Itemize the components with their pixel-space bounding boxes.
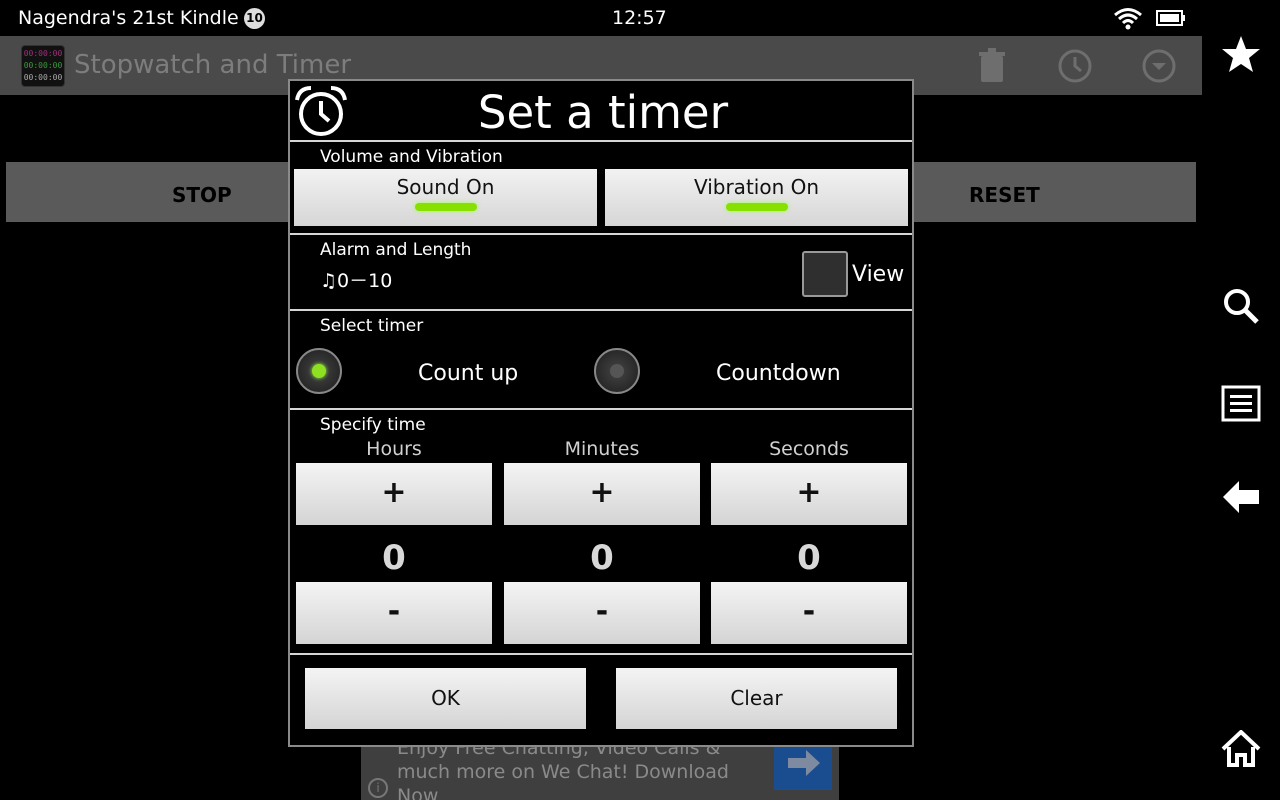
home-icon[interactable]	[1221, 730, 1261, 768]
battery-icon	[1156, 10, 1185, 26]
radio-dot-unselected	[610, 364, 624, 378]
alarm-section-label: Alarm and Length	[320, 240, 472, 260]
minutes-minus-button[interactable]: -	[504, 582, 700, 644]
reset-button-label: RESET	[969, 183, 1040, 207]
seconds-label: Seconds	[769, 438, 849, 460]
dropdown-icon[interactable]	[1142, 49, 1176, 83]
stop-button	[6, 162, 289, 222]
vibration-on-indicator	[725, 203, 788, 211]
star-icon[interactable]	[1221, 34, 1261, 74]
reset-button	[914, 162, 1196, 222]
app-logo: 00:00:00 00:00:00 00:00:00	[21, 45, 65, 87]
sound-toggle-label: Sound On	[396, 175, 495, 199]
menu-icon[interactable]	[1221, 384, 1261, 424]
time-section-label: Specify time	[320, 415, 426, 435]
volume-section-label: Volume and Vibration	[320, 147, 503, 167]
vibration-toggle-button[interactable]: Vibration On	[605, 169, 908, 226]
app-title: Stopwatch and Timer	[74, 50, 352, 80]
countdown-label[interactable]: Countdown	[716, 361, 841, 386]
trash-icon[interactable]	[977, 46, 1007, 86]
radio-dot-selected	[312, 364, 326, 378]
logo-line: 00:00:00	[23, 73, 63, 82]
ad-info-icon: i	[368, 778, 388, 798]
notification-badge[interactable]: 10	[244, 8, 265, 29]
minutes-plus-button[interactable]: +	[504, 463, 700, 525]
count-up-label[interactable]: Count up	[418, 361, 518, 386]
status-clock: 12:57	[612, 7, 667, 29]
logo-line: 00:00:00	[23, 49, 63, 58]
timer-section-label: Select timer	[320, 316, 424, 336]
stop-button-label: STOP	[172, 183, 232, 207]
clock-icon[interactable]	[1058, 49, 1092, 83]
seconds-plus-button[interactable]: +	[711, 463, 907, 525]
set-timer-dialog: Set a timer Volume and Vibration Sound O…	[288, 79, 914, 747]
ok-button[interactable]: OK	[305, 668, 586, 729]
logo-line: 00:00:00	[23, 61, 63, 70]
hours-value: 0	[382, 538, 406, 578]
clear-button[interactable]: Clear	[616, 668, 897, 729]
sound-toggle-button[interactable]: Sound On	[294, 169, 597, 226]
divider	[290, 140, 912, 142]
hours-plus-button[interactable]: +	[296, 463, 492, 525]
minutes-label: Minutes	[564, 438, 640, 460]
seconds-value: 0	[797, 538, 821, 578]
back-icon[interactable]	[1221, 477, 1261, 517]
vibration-toggle-label: Vibration On	[693, 175, 820, 199]
alarm-length-value[interactable]: ♫0－10	[320, 266, 392, 293]
sound-on-indicator	[414, 203, 477, 211]
countdown-radio[interactable]	[594, 348, 640, 394]
hours-minus-button[interactable]: -	[296, 582, 492, 644]
view-checkbox[interactable]	[802, 251, 848, 297]
divider	[290, 309, 912, 311]
divider	[290, 408, 912, 410]
divider	[290, 233, 912, 235]
minutes-value: 0	[590, 538, 614, 578]
view-label: View	[852, 262, 905, 287]
device-name: Nagendra's 21st Kindle	[18, 7, 239, 29]
status-bar: Nagendra's 21st Kindle 10 12:57	[0, 0, 1202, 36]
hours-label: Hours	[366, 438, 422, 460]
dialog-header: Set a timer	[290, 81, 912, 141]
wifi-icon	[1114, 8, 1142, 30]
dialog-title: Set a timer	[477, 86, 729, 139]
divider	[290, 653, 912, 655]
count-up-radio[interactable]	[296, 348, 342, 394]
system-nav-bar	[1202, 0, 1280, 800]
search-icon[interactable]	[1221, 286, 1261, 326]
seconds-minus-button[interactable]: -	[711, 582, 907, 644]
